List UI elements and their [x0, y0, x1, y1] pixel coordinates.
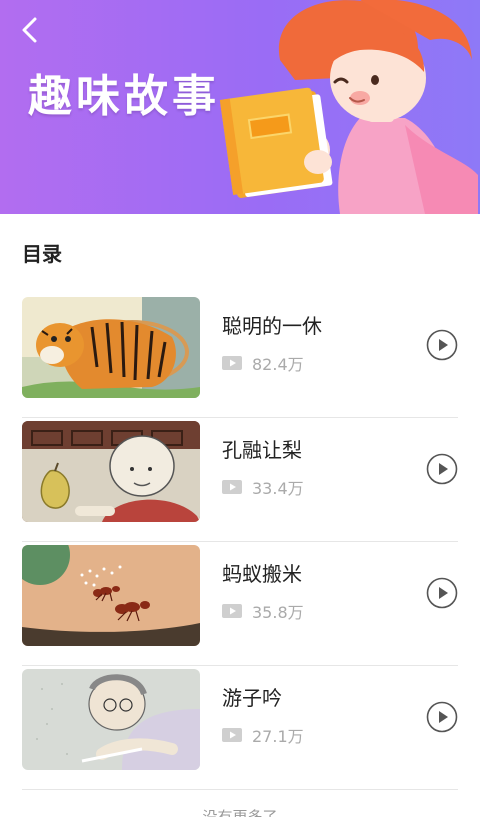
story-title: 蚂蚁搬米 — [222, 562, 302, 586]
page-title: 趣味故事 — [28, 71, 220, 122]
video-play-icon — [222, 728, 242, 742]
catalog-section: 目录 聪明的一休 82.4万 孔融让梨 33.4万 蚂蚁搬米 35.8万 游子吟… — [0, 214, 480, 817]
play-count: 33.4万 — [222, 478, 304, 498]
video-play-icon — [222, 480, 242, 494]
play-count: 27.1万 — [222, 726, 304, 746]
story-thumbnail-mother-sewing — [22, 669, 200, 770]
no-more-text: 没有更多了 — [202, 808, 278, 817]
chevron-left-icon — [22, 17, 37, 43]
story-title: 聪明的一休 — [222, 314, 322, 338]
play-count: 35.8万 — [222, 602, 304, 622]
play-count-text: 82.4万 — [252, 355, 304, 374]
story-list: 聪明的一休 82.4万 孔融让梨 33.4万 蚂蚁搬米 35.8万 游子吟 27… — [0, 294, 480, 790]
story-item[interactable]: 蚂蚁搬米 35.8万 — [0, 542, 480, 666]
story-thumbnail-child-with-pear — [22, 421, 200, 522]
play-button-icon[interactable] — [426, 329, 458, 361]
video-play-icon — [222, 604, 242, 618]
video-play-icon — [222, 356, 242, 370]
divider — [22, 789, 458, 790]
play-count: 82.4万 — [222, 354, 304, 374]
play-button-icon[interactable] — [426, 453, 458, 485]
girl-reading-illustration — [219, 0, 478, 214]
header-banner: 趣味故事 — [0, 0, 480, 214]
story-thumbnail-ants — [22, 545, 200, 646]
back-button[interactable] — [12, 12, 48, 48]
catalog-title: 目录 — [22, 242, 62, 266]
story-item[interactable]: 孔融让梨 33.4万 — [0, 418, 480, 542]
story-item[interactable]: 游子吟 27.1万 — [0, 666, 480, 790]
story-title: 孔融让梨 — [222, 438, 302, 462]
story-thumbnail-tiger — [22, 297, 200, 398]
story-title: 游子吟 — [222, 686, 282, 710]
play-count-text: 27.1万 — [252, 727, 304, 746]
play-button-icon[interactable] — [426, 701, 458, 733]
play-count-text: 33.4万 — [252, 479, 304, 498]
story-item[interactable]: 聪明的一休 82.4万 — [0, 294, 480, 418]
play-count-text: 35.8万 — [252, 603, 304, 622]
play-button-icon[interactable] — [426, 577, 458, 609]
